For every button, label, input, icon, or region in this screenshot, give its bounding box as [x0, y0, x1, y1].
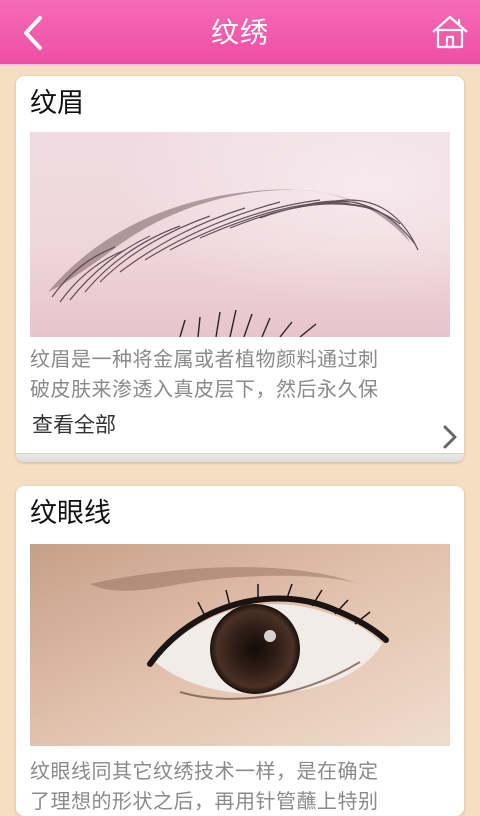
description-line: 了理想的形状之后，再用针管蘸上特别 — [30, 789, 379, 813]
card-description: 纹眼线同其它纹绣技术一样，是在确定 了理想的形状之后，再用针管蘸上特别 — [30, 756, 450, 816]
card-description: 纹眉是一种将金属或者植物颜料通过刺 破皮肤来渗透入真皮层下，然后永久保 — [30, 344, 450, 404]
top-bar: 纹绣 — [0, 0, 480, 66]
eyebrow-photo — [30, 132, 450, 337]
description-line: 纹眉是一种将金属或者植物颜料通过刺 — [30, 347, 379, 371]
chevron-right-icon[interactable] — [442, 424, 458, 450]
card-title: 纹眉 — [30, 88, 84, 119]
card-eyebrow[interactable]: 纹眉 纹眉是一种将金属或者植物颜料通过刺 破皮肤来渗透入真皮层下，然后永久保 查… — [16, 76, 464, 462]
eyeliner-photo — [30, 544, 450, 746]
card-eyeliner[interactable]: 纹眼线 纹眼线同其它纹绣技术一样，是在确定 了理想的形状之后，再用针管蘸上特别 — [16, 486, 464, 816]
description-line: 破皮肤来渗透入真皮层下，然后永久保 — [30, 377, 379, 401]
home-icon — [432, 15, 468, 49]
card-title: 纹眼线 — [30, 498, 111, 529]
description-line: 纹眼线同其它纹绣技术一样，是在确定 — [30, 759, 379, 783]
page-title: 纹绣 — [210, 16, 269, 49]
home-button[interactable] — [430, 12, 470, 52]
view-all-link[interactable]: 查看全部 — [32, 410, 116, 440]
